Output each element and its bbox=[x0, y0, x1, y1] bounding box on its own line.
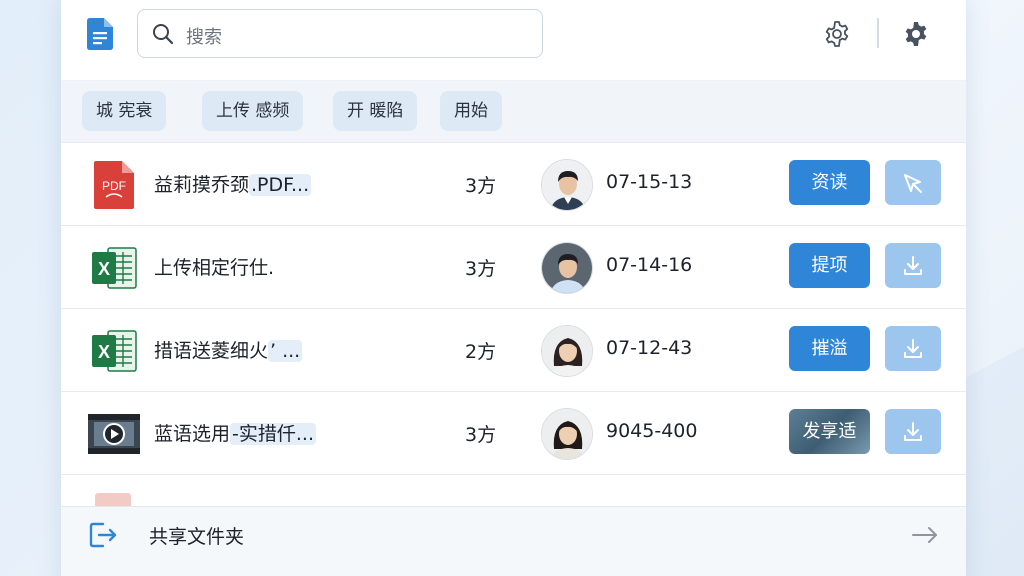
file-row[interactable]: X 上传相定行仕. 3方 07-14-16 提项 bbox=[61, 225, 966, 308]
file-row[interactable]: PDF 益莉摸乔颈 .PDF... 3方 07-15-13 资读 bbox=[61, 142, 966, 225]
file-date: 9045-400 bbox=[606, 420, 698, 442]
file-name-text: 蓝语选用 bbox=[154, 423, 231, 445]
file-name-highlight: -实措仟... bbox=[230, 423, 316, 445]
filter-chip[interactable]: 开 暖陷 bbox=[333, 91, 418, 131]
file-count: 3方 bbox=[465, 424, 497, 446]
svg-text:X: X bbox=[98, 342, 110, 362]
file-name-text: 益莉摸乔颈 bbox=[154, 174, 250, 196]
file-name-highlight: ’ ... bbox=[268, 340, 303, 362]
file-row[interactable]: X 措语送菱细火’ ... 2方 07-12-43 摧溢 bbox=[61, 308, 966, 391]
download-button[interactable] bbox=[885, 409, 941, 454]
file-name[interactable]: 益莉摸乔颈 .PDF... bbox=[154, 170, 312, 197]
file-count: 3方 bbox=[465, 258, 497, 280]
exit-icon bbox=[89, 522, 117, 548]
avatar bbox=[541, 242, 593, 294]
cursor-button[interactable] bbox=[885, 160, 941, 205]
file-action-button[interactable]: 资读 bbox=[789, 160, 870, 205]
pdf-file-icon: PDF bbox=[94, 161, 134, 209]
document-icon bbox=[87, 18, 113, 50]
filter-chip[interactable]: 用始 bbox=[440, 91, 502, 131]
file-name-text: 上传相定行仕. bbox=[154, 257, 275, 279]
search-placeholder: 搜索 bbox=[186, 27, 222, 48]
file-action-button[interactable]: 发享适 bbox=[789, 409, 870, 454]
file-count: 3方 bbox=[465, 175, 497, 197]
file-date: 07-14-16 bbox=[606, 254, 693, 276]
filter-chip[interactable]: 上传 感频 bbox=[202, 91, 304, 131]
excel-file-icon: X bbox=[92, 247, 137, 289]
file-row[interactable]: 蓝语选用 -实措仟... 3方 9045-400 发享适 bbox=[61, 391, 966, 474]
arrow-right-icon[interactable] bbox=[911, 525, 939, 545]
download-button[interactable] bbox=[885, 326, 941, 371]
filter-chip-bar: 城 宪衰 上传 感频 开 暖陷 用始 bbox=[61, 80, 966, 142]
download-icon bbox=[904, 422, 922, 441]
header: 搜索 bbox=[61, 0, 966, 80]
shared-folder-label: 共享文件夹 bbox=[149, 526, 245, 548]
avatar bbox=[541, 159, 593, 211]
file-date: 07-12-43 bbox=[606, 337, 693, 359]
avatar bbox=[541, 325, 593, 377]
file-date: 07-15-13 bbox=[606, 171, 693, 193]
download-button[interactable] bbox=[885, 243, 941, 288]
shared-folder-footer[interactable]: 共享文件夹 bbox=[61, 506, 966, 576]
file-name-text: 措语送菱细火 bbox=[154, 340, 269, 362]
video-file-icon bbox=[88, 414, 140, 454]
search-input[interactable]: 搜索 bbox=[137, 9, 543, 58]
file-action-button[interactable]: 摧溢 bbox=[789, 326, 870, 371]
file-action-button[interactable]: 提项 bbox=[789, 243, 870, 288]
file-name-highlight: .PDF... bbox=[249, 174, 312, 196]
file-count: 2方 bbox=[465, 341, 497, 363]
gear-icon[interactable] bbox=[823, 20, 851, 48]
svg-text:X: X bbox=[98, 259, 110, 279]
puzzle-icon[interactable] bbox=[902, 20, 930, 48]
download-icon bbox=[904, 339, 922, 358]
file-name[interactable]: 蓝语选用 -实措仟... bbox=[154, 419, 316, 446]
svg-text:PDF: PDF bbox=[102, 179, 126, 193]
excel-file-icon: X bbox=[92, 330, 137, 372]
header-divider bbox=[877, 18, 879, 48]
avatar bbox=[541, 408, 593, 460]
file-name[interactable]: 措语送菱细火’ ... bbox=[154, 336, 303, 363]
cursor-icon bbox=[904, 174, 922, 193]
download-icon bbox=[904, 256, 922, 275]
file-name[interactable]: 上传相定行仕. bbox=[154, 253, 274, 280]
file-share-panel: 搜索 城 宪衰 上传 感频 开 暖陷 用始 PDF 益莉摸乔颈 .PDF... 3… bbox=[61, 0, 966, 576]
search-icon bbox=[153, 24, 174, 45]
filter-chip[interactable]: 城 宪衰 bbox=[82, 91, 167, 131]
